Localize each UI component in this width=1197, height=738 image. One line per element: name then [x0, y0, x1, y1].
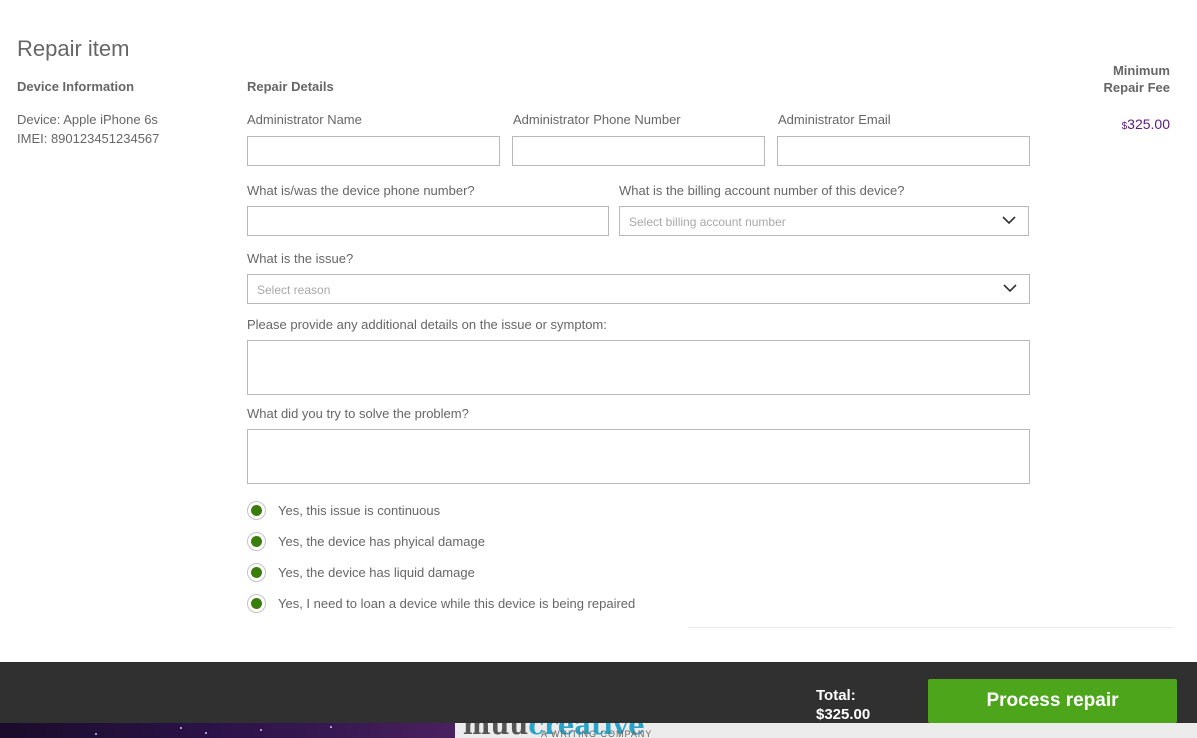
details-textarea[interactable]	[247, 340, 1030, 395]
admin-email-input[interactable]	[777, 136, 1030, 166]
issue-label: What is the issue?	[247, 251, 354, 266]
admin-phone-label: Administrator Phone Number	[513, 112, 681, 127]
details-label: Please provide any additional details on…	[247, 317, 607, 332]
fee-amount: 325.00	[1127, 116, 1170, 132]
tried-textarea[interactable]	[247, 429, 1030, 484]
star-decoration	[205, 732, 207, 734]
issue-select[interactable]: Select reason	[247, 274, 1030, 304]
radio-selected-dot	[251, 598, 262, 609]
admin-name-label: Administrator Name	[247, 112, 362, 127]
admin-name-input[interactable]	[247, 136, 500, 166]
divider	[688, 627, 1173, 628]
radio-button[interactable]	[247, 594, 266, 613]
radio-button[interactable]	[247, 501, 266, 520]
radio-selected-dot	[251, 567, 262, 578]
radio-selected-dot	[251, 536, 262, 547]
billing-account-placeholder: Select billing account number	[629, 215, 786, 229]
total-label: Total:	[816, 687, 856, 704]
admin-phone-input[interactable]	[512, 136, 765, 166]
billing-account-label: What is the billing account number of th…	[619, 183, 905, 198]
process-repair-button[interactable]: Process repair	[928, 679, 1177, 723]
fee-heading-line: Repair Fee	[1103, 80, 1170, 95]
device-model: Device: Apple iPhone 6s	[17, 112, 158, 127]
min-repair-fee-heading: Minimum Repair Fee	[1104, 62, 1170, 96]
radio-button[interactable]	[247, 532, 266, 551]
ad-banner-image	[0, 723, 455, 738]
fee-heading-line: Minimum	[1112, 63, 1170, 78]
device-imei: IMEI: 890123451234567	[17, 131, 160, 146]
device-info-heading: Device Information	[17, 79, 135, 94]
option-label: Yes, I need to loan a device while this …	[278, 596, 636, 611]
tried-label: What did you try to solve the problem?	[247, 406, 469, 421]
star-decoration	[260, 729, 262, 731]
chevron-down-icon	[1003, 284, 1017, 293]
star-decoration	[180, 727, 182, 729]
issue-placeholder: Select reason	[257, 283, 331, 297]
option-label: Yes, the device has phyical damage	[278, 534, 485, 549]
repair-details-heading: Repair Details	[247, 79, 334, 94]
ad-logo-part: muu	[463, 723, 529, 738]
min-repair-fee-value: $325.00	[1122, 116, 1170, 132]
radio-button[interactable]	[247, 563, 266, 582]
total-value: $325.00	[816, 706, 871, 723]
chevron-down-icon	[1002, 216, 1016, 225]
radio-selected-dot	[251, 505, 262, 516]
star-decoration	[330, 726, 332, 728]
option-label: Yes, this issue is continuous	[278, 503, 441, 518]
ad-tagline: A WRITING COMPANY	[541, 729, 653, 738]
option-label: Yes, the device has liquid damage	[278, 565, 475, 580]
order-total: Total: $325.00	[816, 686, 870, 724]
billing-account-select[interactable]: Select billing account number	[619, 206, 1029, 236]
star-decoration	[95, 733, 97, 735]
device-phone-input[interactable]	[247, 206, 609, 236]
device-phone-label: What is/was the device phone number?	[247, 183, 475, 198]
page-title: Repair item	[17, 36, 130, 61]
ad-banner-logo: muucreative A WRITING COMPANY	[455, 723, 1197, 738]
admin-email-label: Administrator Email	[778, 112, 891, 127]
